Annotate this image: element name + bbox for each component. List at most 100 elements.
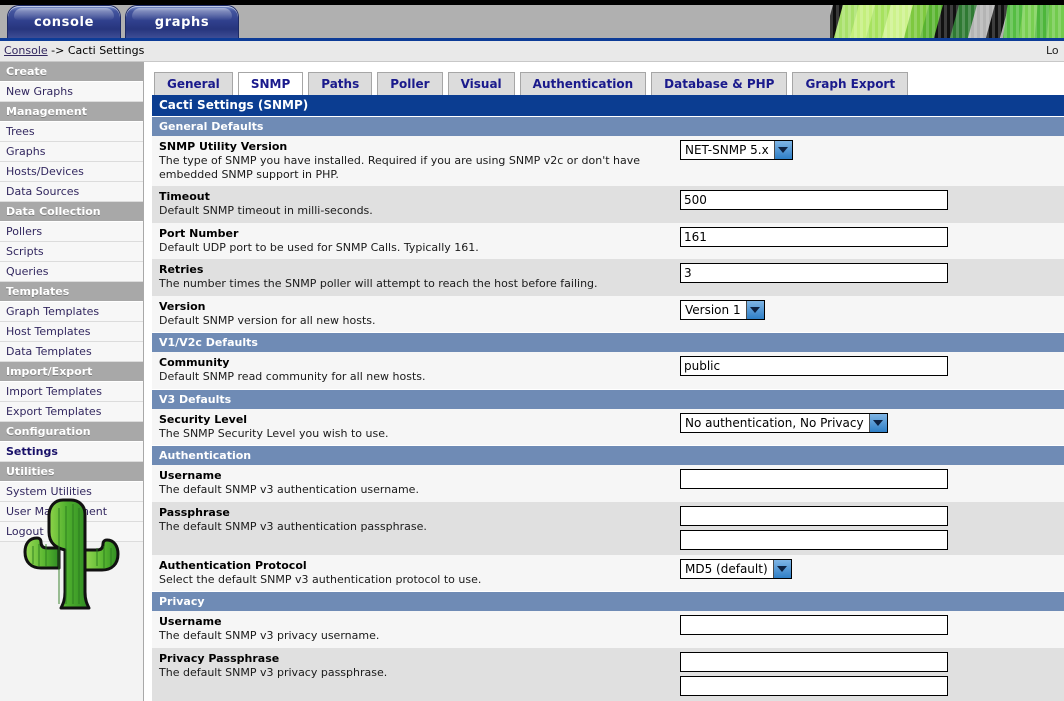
authentication-passphrase-confirm-input[interactable]: [680, 529, 948, 550]
breadcrumb-separator: ->: [47, 44, 68, 57]
general-defaults-snmp-utility-version-label-cell: SNMP Utility Version The type of SNMP you…: [152, 136, 680, 187]
tab-general[interactable]: General: [154, 72, 233, 95]
tab-graph-export[interactable]: Graph Export: [792, 72, 909, 95]
authentication-username-label: Username: [159, 469, 222, 483]
authentication-authentication-protocol-field-cell: MD5 (default): [680, 554, 1064, 592]
form-row: Security Level The SNMP Security Level yo…: [152, 408, 1064, 446]
v1-v2c-defaults-community-label: Community: [159, 356, 230, 370]
tab-poller[interactable]: Poller: [377, 72, 443, 95]
chevron-down-icon: [773, 141, 792, 159]
privacy-privacy-passphrase-description: The default SNMP v3 privacy passphrase.: [159, 665, 388, 679]
section-header-label: General Defaults: [152, 116, 1064, 136]
v3-defaults-security-level-description: The SNMP Security Level you wish to use.: [159, 426, 389, 440]
v3-defaults-security-level-select[interactable]: No authentication, No Privacy: [680, 412, 888, 433]
general-defaults-port-number-input[interactable]: [680, 226, 948, 247]
form-row: Username The default SNMP v3 privacy user…: [152, 611, 1064, 648]
general-defaults-retries-input[interactable]: [680, 263, 948, 284]
sidebar-item-new-graphs[interactable]: New Graphs: [0, 82, 143, 102]
sidebar-header-import-export: Import/Export: [0, 362, 143, 382]
authentication-passphrase-field-cell: [680, 501, 1064, 555]
general-defaults-version-select[interactable]: Version 1: [680, 299, 765, 320]
login-status-text: Lo: [1046, 44, 1059, 57]
sidebar-item-data-templates[interactable]: Data Templates: [0, 342, 143, 362]
sidebar-item-scripts[interactable]: Scripts: [0, 242, 143, 262]
breadcrumb: Console -> Cacti Settings: [4, 44, 144, 57]
authentication-authentication-protocol-select[interactable]: MD5 (default): [680, 558, 792, 579]
v3-defaults-security-level-label: Security Level: [159, 412, 248, 426]
general-defaults-snmp-utility-version-description: The type of SNMP you have installed. Req…: [159, 153, 641, 181]
authentication-username-input[interactable]: [680, 469, 948, 490]
privacy-username-description: The default SNMP v3 privacy username.: [159, 629, 380, 642]
sidebar-header-configuration: Configuration: [0, 422, 143, 442]
sidebar-item-host-templates[interactable]: Host Templates: [0, 322, 143, 342]
general-defaults-port-number-label: Port Number: [159, 226, 239, 240]
section-header-label: V1/V2c Defaults: [152, 332, 1064, 353]
tab-paths[interactable]: Paths: [308, 72, 373, 95]
form-row: Port Number Default UDP port to be used f…: [152, 222, 1064, 260]
sidebar-item-export-templates[interactable]: Export Templates: [0, 402, 143, 422]
v1-v2c-defaults-community-input[interactable]: [680, 356, 948, 377]
form-row: Version Default SNMP version for all new …: [152, 295, 1064, 333]
authentication-username-label-cell: Username The default SNMP v3 authenticati…: [152, 465, 680, 502]
top-tab-graphs-label: graphs: [154, 14, 210, 30]
general-defaults-timeout-description: Default SNMP timeout in milli-seconds.: [159, 204, 373, 217]
section-header-general-defaults: General Defaults: [152, 116, 1064, 136]
chevron-down-icon: [772, 559, 791, 578]
sidebar-item-queries[interactable]: Queries: [0, 262, 143, 282]
section-header-label: Authentication: [152, 445, 1064, 466]
privacy-username-label-cell: Username The default SNMP v3 privacy user…: [152, 611, 680, 648]
cactus-logo-wrap: [0, 492, 143, 614]
form-row: Community Default SNMP read community for…: [152, 352, 1064, 390]
sidebar-item-hosts-devices[interactable]: Hosts/Devices: [0, 162, 143, 182]
authentication-passphrase-input[interactable]: [680, 505, 948, 526]
tab-snmp[interactable]: SNMP: [237, 72, 304, 95]
privacy-username-input[interactable]: [680, 615, 948, 636]
sidebar-item-pollers[interactable]: Pollers: [0, 222, 143, 242]
breadcrumb-bar: Console -> Cacti Settings Lo: [0, 41, 1064, 62]
tab-visual[interactable]: Visual: [447, 72, 515, 95]
general-defaults-version-description: Default SNMP version for all new hosts.: [159, 313, 376, 327]
breadcrumb-console-link[interactable]: Console: [4, 44, 48, 57]
general-defaults-timeout-label-cell: Timeout Default SNMP timeout in milli-sec…: [152, 186, 680, 223]
form-row: SNMP Utility Version The type of SNMP you…: [152, 136, 1064, 187]
general-defaults-timeout-input[interactable]: [680, 190, 948, 211]
privacy-privacy-passphrase-label-cell: Privacy Passphrase The default SNMP v3 pr…: [152, 647, 680, 701]
sidebar-header-management: Management: [0, 102, 143, 122]
general-defaults-snmp-utility-version-select-value: NET-SNMP 5.x: [685, 143, 769, 157]
privacy-username-field-cell: [680, 611, 1064, 648]
general-defaults-port-number-description: Default UDP port to be used for SNMP Cal…: [159, 240, 479, 254]
form-row: Privacy Passphrase The default SNMP v3 pr…: [152, 647, 1064, 701]
chevron-down-icon: [745, 300, 764, 319]
authentication-passphrase-label-cell: Passphrase The default SNMP v3 authentica…: [152, 501, 680, 555]
top-tab-graphs[interactable]: graphs: [126, 6, 238, 38]
tab-authentication[interactable]: Authentication: [519, 72, 647, 95]
sidebar-item-graphs[interactable]: Graphs: [0, 142, 143, 162]
v1-v2c-defaults-community-label-cell: Community Default SNMP read community for…: [152, 352, 680, 390]
top-bar: console graphs: [0, 0, 1064, 38]
sidebar-item-graph-templates[interactable]: Graph Templates: [0, 302, 143, 322]
privacy-privacy-passphrase-input[interactable]: [680, 651, 948, 672]
top-tab-console[interactable]: console: [8, 6, 120, 38]
privacy-privacy-passphrase-confirm-input[interactable]: [680, 675, 948, 696]
form-row: Timeout Default SNMP timeout in milli-sec…: [152, 186, 1064, 223]
general-defaults-timeout-field-cell: [680, 186, 1064, 223]
top-tab-bar: console graphs: [8, 6, 238, 38]
section-header-v3-defaults: V3 Defaults: [152, 388, 1064, 409]
v3-defaults-security-level-label-cell: Security Level The SNMP Security Level yo…: [152, 408, 680, 446]
authentication-username-field-cell: [680, 465, 1064, 502]
top-tab-console-label: console: [33, 14, 95, 30]
sidebar-item-import-templates[interactable]: Import Templates: [0, 382, 143, 402]
privacy-username-label: Username: [159, 615, 222, 629]
settings-tab-bar: General SNMP Paths Poller Visual Authenticati…: [152, 71, 1064, 95]
section-header-label: V3 Defaults: [152, 388, 1064, 409]
general-defaults-port-number-field-cell: [680, 222, 1064, 260]
sidebar-item-data-sources[interactable]: Data Sources: [0, 182, 143, 202]
tab-database-php[interactable]: Database & PHP: [651, 72, 788, 95]
general-defaults-version-label: Version: [159, 299, 206, 313]
general-defaults-snmp-utility-version-select[interactable]: NET-SNMP 5.x: [680, 140, 793, 160]
section-header-v1-v2c-defaults: V1/V2c Defaults: [152, 332, 1064, 353]
authentication-authentication-protocol-label-cell: Authentication Protocol Select the defaul…: [152, 554, 680, 592]
sidebar-item-trees[interactable]: Trees: [0, 122, 143, 142]
general-defaults-retries-description: The number times the SNMP poller will at…: [159, 277, 598, 290]
sidebar-item-settings[interactable]: Settings: [0, 442, 143, 462]
